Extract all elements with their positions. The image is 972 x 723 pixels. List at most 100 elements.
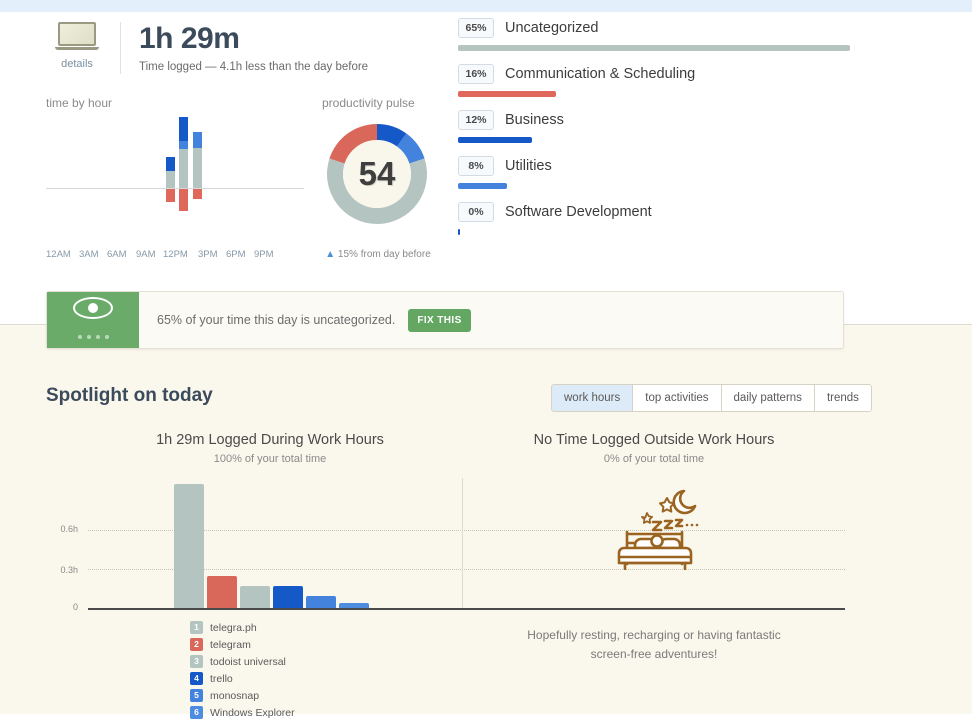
tab-trends[interactable]: trends — [813, 384, 872, 412]
legend-label: telegram — [210, 638, 251, 651]
legend-swatch: 6 — [190, 706, 203, 719]
category-row[interactable]: 16% Communication & Scheduling — [458, 64, 850, 97]
hour-tick: 6PM — [226, 249, 246, 260]
hour-bar-segment — [166, 157, 175, 171]
hour-bar[interactable] — [193, 147, 202, 188]
hour-tick: 3PM — [198, 249, 218, 260]
activity-bar[interactable] — [306, 596, 336, 608]
productivity-pulse-label: productivity pulse — [322, 96, 415, 110]
work-hours-panel-header: 1h 29m Logged During Work Hours 100% of … — [110, 432, 430, 465]
pulse-delta: ▲ 15% from day before — [322, 249, 434, 260]
legend-item[interactable]: 2 telegram — [190, 638, 295, 651]
outside-hours-panel-header: No Time Logged Outside Work Hours 0% of … — [494, 432, 814, 465]
category-bar-track — [458, 229, 850, 235]
category-name: Uncategorized — [505, 20, 599, 36]
category-percent: 16% — [458, 64, 494, 84]
y-tick-label: 0 — [72, 602, 78, 612]
time-by-hour-axis — [46, 188, 304, 189]
details-link[interactable]: details — [46, 22, 108, 70]
arrow-up-icon: ▲ — [325, 249, 336, 260]
tab-work-hours[interactable]: work hours — [551, 384, 633, 412]
legend-item[interactable]: 1 telegra.ph — [190, 621, 295, 634]
category-row[interactable]: 12% Business — [458, 110, 850, 143]
category-row[interactable]: 8% Utilities — [458, 156, 850, 189]
activity-bar[interactable] — [207, 576, 237, 608]
hour-tick: 3AM — [79, 249, 99, 260]
rest-message: Hopefully resting, recharging or having … — [494, 626, 814, 664]
browser-top-strip — [0, 0, 972, 12]
work-hours-subheading: 100% of your total time — [213, 453, 327, 465]
time-by-hour-chart — [46, 115, 304, 225]
category-bar — [458, 229, 460, 235]
category-bar-track — [458, 45, 850, 51]
spotlight-title: Spotlight on today — [46, 385, 213, 406]
hour-bar-segment — [179, 117, 188, 141]
time-by-hour-label: time by hour — [46, 96, 113, 110]
category-bar — [458, 137, 533, 143]
category-percent: 12% — [458, 110, 494, 130]
category-name: Software Development — [505, 204, 652, 220]
tab-daily-patterns[interactable]: daily patterns — [720, 384, 814, 412]
alert-message: 65% of your time this day is uncategoriz… — [157, 313, 396, 327]
day-summary: details 1h 29m Time logged — 4.1h less t… — [46, 22, 368, 74]
legend-label: telegra.ph — [210, 621, 257, 634]
legend-item[interactable]: 4 trello — [190, 672, 295, 685]
category-row[interactable]: 0% Software Development — [458, 202, 850, 235]
fix-this-button[interactable]: FIX THIS — [408, 308, 471, 332]
category-percent: 65% — [458, 18, 494, 38]
legend-item[interactable]: 3 todoist universal — [190, 655, 295, 668]
category-bar-track — [458, 91, 850, 97]
eye-icon — [73, 296, 113, 319]
category-bar — [458, 45, 850, 51]
category-row[interactable]: 65% Uncategorized — [458, 18, 850, 51]
hour-bar-negative — [179, 189, 188, 211]
x-axis-baseline — [88, 608, 845, 610]
y-tick-label: 0.6h — [60, 524, 78, 534]
laptop-icon — [55, 22, 99, 52]
alert-icon-panel — [47, 292, 139, 348]
hour-bar-negative — [193, 189, 202, 199]
hour-tick: 12PM — [163, 249, 188, 260]
hour-bar[interactable] — [166, 170, 175, 188]
hour-tick: 9PM — [254, 249, 274, 260]
category-name: Business — [505, 112, 564, 128]
category-list: 65% Uncategorized 16% Communication & Sc… — [458, 18, 850, 248]
activity-bar[interactable] — [174, 484, 204, 608]
summary-divider — [120, 22, 121, 74]
category-name: Utilities — [505, 158, 552, 174]
productivity-pulse-donut[interactable]: 54 — [322, 118, 432, 230]
outside-hours-heading: No Time Logged Outside Work Hours — [533, 432, 775, 448]
legend-item[interactable]: 5 monosnap — [190, 689, 295, 702]
activity-bar[interactable] — [273, 586, 303, 608]
legend-swatch: 5 — [190, 689, 203, 702]
category-percent: 0% — [458, 202, 494, 222]
legend-swatch: 4 — [190, 672, 203, 685]
category-bar-track — [458, 183, 850, 189]
legend-swatch: 1 — [190, 621, 203, 634]
legend-swatch: 3 — [190, 655, 203, 668]
uncategorized-alert-banner: 65% of your time this day is uncategoriz… — [46, 291, 844, 349]
total-time-subtitle: Time logged — 4.1h less than the day bef… — [139, 61, 369, 73]
spotlight-tabs: work hours top activities daily patterns… — [551, 384, 872, 412]
legend-swatch: 2 — [190, 638, 203, 651]
activity-bar[interactable] — [240, 586, 270, 608]
work-hours-heading: 1h 29m Logged During Work Hours — [156, 432, 384, 448]
legend-label: trello — [210, 672, 233, 685]
category-bar — [458, 91, 556, 97]
panel-separator — [462, 478, 463, 608]
details-label: details — [61, 58, 93, 70]
hour-bar-segment — [193, 132, 202, 148]
category-bar-track — [458, 137, 850, 143]
pulse-score: 54 — [358, 155, 396, 192]
legend-item[interactable]: 6 Windows Explorer — [190, 706, 295, 719]
legend-label: monosnap — [210, 689, 260, 702]
hour-tick: 6AM — [107, 249, 127, 260]
outside-hours-subheading: 0% of your total time — [603, 453, 705, 465]
total-time-logged: 1h 29m — [139, 22, 240, 55]
tab-top-activities[interactable]: top activities — [632, 384, 721, 412]
hour-tick: 12AM — [46, 249, 71, 260]
bed-sleeping-icon — [607, 485, 717, 571]
hour-bar-segment — [179, 140, 188, 149]
activity-bar[interactable] — [339, 603, 369, 608]
rest-message-line1: Hopefully resting, recharging or having … — [527, 628, 781, 642]
